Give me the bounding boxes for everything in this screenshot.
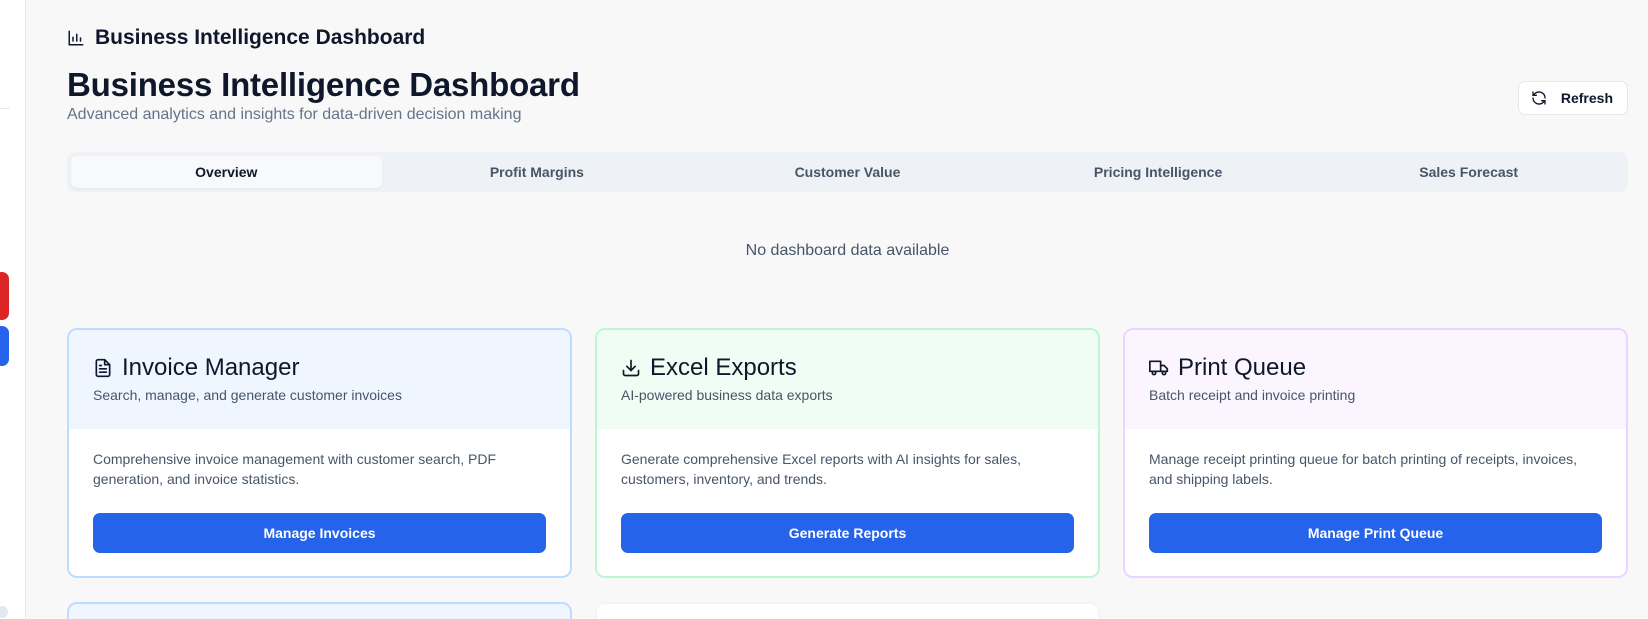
tab-overview[interactable]: Overview: [71, 156, 382, 188]
excel-exports-card: Excel Exports AI-powered business data e…: [595, 328, 1100, 578]
sidebar-blue-button[interactable]: [0, 326, 9, 366]
breadcrumb-label: Business Intelligence Dashboard: [95, 26, 426, 49]
download-icon: [622, 359, 640, 377]
card-header: Invoice Manager Search, manage, and gene…: [69, 330, 570, 429]
invoice-manager-card: Invoice Manager Search, manage, and gene…: [67, 328, 572, 578]
page-title: Business Intelligence Dashboard: [67, 66, 580, 103]
card-description: Manage receipt printing queue for batch …: [1149, 451, 1578, 487]
refresh-icon: [1532, 91, 1546, 105]
sidebar-red-button[interactable]: [0, 272, 9, 320]
card-subtitle: Batch receipt and invoice printing: [1149, 387, 1356, 403]
partial-card: [67, 602, 572, 619]
card-description: Comprehensive invoice management with cu…: [93, 451, 497, 487]
breadcrumb: Business Intelligence Dashboard: [67, 26, 425, 50]
bar-chart-icon: [68, 30, 84, 46]
card-title: Print Queue: [1178, 354, 1307, 381]
sidebar-toggle[interactable]: [0, 606, 8, 618]
truck-icon: [1149, 360, 1169, 376]
tab-sales-forecast[interactable]: Sales Forecast: [1313, 156, 1624, 188]
refresh-button[interactable]: Refresh: [1517, 81, 1628, 115]
card-header: Print Queue Batch receipt and invoice pr…: [1125, 330, 1626, 429]
card-title: Invoice Manager: [122, 354, 300, 381]
manage-print-queue-button[interactable]: Manage Print Queue: [1149, 513, 1602, 553]
card-subtitle: AI-powered business data exports: [621, 387, 833, 403]
refresh-label: Refresh: [1560, 90, 1613, 106]
empty-state-message: No dashboard data available: [745, 242, 950, 259]
tab-profit-margins[interactable]: Profit Margins: [382, 156, 693, 188]
card-title: Excel Exports: [650, 354, 797, 381]
card-subtitle: Search, manage, and generate customer in…: [93, 387, 402, 403]
print-queue-card: Print Queue Batch receipt and invoice pr…: [1123, 328, 1628, 578]
tab-customer-value[interactable]: Customer Value: [692, 156, 1003, 188]
tab-pricing-intelligence[interactable]: Pricing Intelligence: [1003, 156, 1314, 188]
tab-bar: Overview Profit Margins Customer Value P…: [67, 152, 1628, 192]
manage-invoices-button[interactable]: Manage Invoices: [93, 513, 546, 553]
page-subtitle: Advanced analytics and insights for data…: [67, 106, 522, 123]
card-header: Excel Exports AI-powered business data e…: [597, 330, 1098, 429]
sidebar: [0, 0, 26, 619]
generate-reports-button[interactable]: Generate Reports: [621, 513, 1074, 553]
sidebar-divider: [0, 108, 10, 109]
card-description: Generate comprehensive Excel reports wit…: [621, 451, 1021, 487]
partial-card: [595, 602, 1100, 619]
document-icon: [95, 358, 111, 378]
